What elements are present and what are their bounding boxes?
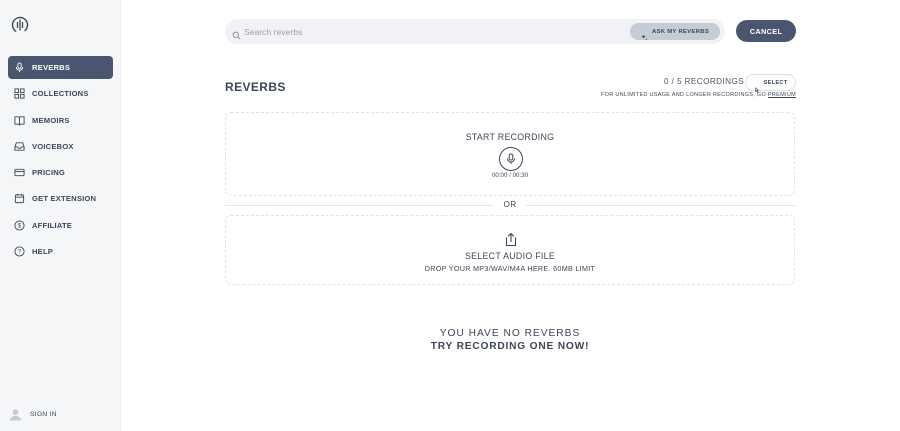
empty-state-cta: TRY RECORDING ONE NOW!: [430, 341, 590, 352]
sidebar-item-reverbs[interactable]: REVERBS: [8, 56, 113, 79]
empty-state-message: YOU HAVE NO REVERBS: [439, 328, 581, 339]
sidebar-item-voicebox[interactable]: VOICEBOX: [8, 135, 113, 158]
sidebar-item-collections[interactable]: COLLECTIONS: [8, 82, 113, 105]
start-recording-title: START RECORDING: [465, 132, 555, 142]
sidebar-item-label: HELP: [32, 247, 54, 257]
select-button[interactable]: SELECT: [745, 74, 796, 93]
upload-instructions: DROP YOUR MP3/WAV/M4A HERE. 60MB LIMIT: [424, 264, 596, 273]
sidebar-item-label: MEMOIRS: [32, 115, 70, 125]
dollar-icon: $: [14, 220, 25, 231]
ask-my-reverbs-button[interactable]: ASK MY REVERBS: [630, 23, 720, 41]
sidebar-item-label: VOICEBOX: [32, 141, 74, 151]
sidebar-item-help[interactable]: ? HELP: [8, 240, 113, 263]
select-label: SELECT: [763, 79, 788, 86]
record-button[interactable]: [499, 147, 523, 171]
search-input[interactable]: [244, 23, 624, 40]
microphone-icon: [507, 153, 515, 164]
divider-right: [526, 205, 795, 206]
ask-my-reverbs-label: ASK MY REVERBS: [651, 28, 710, 35]
file-upload-icon[interactable]: [504, 232, 518, 247]
help-circle-icon: ?: [14, 246, 25, 257]
premium-note-text: FOR UNLIMITED USAGE AND LONGER RECORDING…: [601, 92, 767, 98]
svg-text:?: ?: [18, 250, 22, 256]
record-dropzone: START RECORDING 00:00 / 00:30: [225, 112, 795, 196]
sidebar-item-label: COLLECTIONS: [32, 89, 89, 99]
premium-note: FOR UNLIMITED USAGE AND LONGER RECORDING…: [601, 92, 796, 98]
calendar-icon: [14, 193, 25, 204]
sidebar-item-label: AFFILIATE: [32, 220, 73, 230]
grid-icon: [14, 88, 25, 99]
waveform-logo-icon[interactable]: [10, 15, 30, 35]
select-audio-file-title: SELECT AUDIO FILE: [464, 251, 555, 261]
sign-in-label: SIGN IN: [30, 411, 57, 418]
pointer-icon: [754, 80, 760, 93]
sidebar-item-label: REVERBS: [32, 63, 71, 72]
page-title: REVERBS: [225, 80, 286, 94]
sidebar-nav: REVERBS COLLECTIONS MEMOIRS VOICEBOX PRI…: [8, 56, 113, 266]
sparkle-icon: [641, 28, 648, 41]
divider-left: [225, 205, 493, 206]
user-avatar-icon: [9, 408, 22, 421]
inbox-icon: [14, 141, 25, 152]
sidebar-item-get-extension[interactable]: GET EXTENSION: [8, 187, 113, 210]
recording-count: 0 / 5 RECORDINGS: [664, 77, 745, 86]
sidebar: REVERBS COLLECTIONS MEMOIRS VOICEBOX PRI…: [0, 0, 121, 431]
cancel-button[interactable]: CANCEL: [736, 20, 796, 42]
svg-text:$: $: [18, 223, 22, 229]
sidebar-item-label: PRICING: [32, 168, 66, 178]
sidebar-item-pricing[interactable]: PRICING: [8, 161, 113, 184]
microphone-icon: [14, 62, 25, 73]
credit-card-icon: [14, 167, 25, 178]
or-label: OR: [503, 200, 517, 209]
premium-link[interactable]: PREMIUM: [768, 92, 796, 98]
sidebar-item-memoirs[interactable]: MEMOIRS: [8, 109, 113, 132]
search-icon: [232, 27, 241, 40]
book-icon: [14, 115, 25, 126]
sign-in-link[interactable]: SIGN IN: [9, 408, 57, 421]
recording-timer: 00:00 / 00:30: [491, 172, 529, 179]
audio-file-dropzone[interactable]: SELECT AUDIO FILE DROP YOUR MP3/WAV/M4A …: [225, 215, 795, 285]
sidebar-item-label: GET EXTENSION: [32, 194, 97, 204]
sidebar-item-affiliate[interactable]: $ AFFILIATE: [8, 214, 113, 237]
search-bar: ASK MY REVERBS: [225, 19, 725, 44]
